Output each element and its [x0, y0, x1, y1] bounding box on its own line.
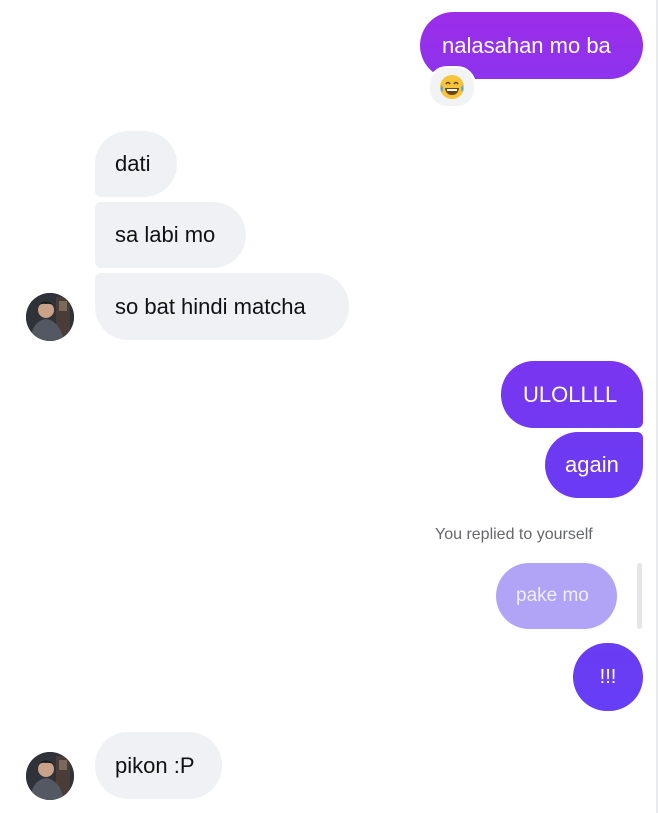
- person-photo-icon: [26, 293, 74, 341]
- message-bubble-incoming[interactable]: so bat hindi matcha: [95, 273, 349, 340]
- message-bubble-incoming[interactable]: sa labi mo: [95, 202, 246, 268]
- quoted-text: pake mo: [516, 585, 589, 606]
- message-text: so bat hindi matcha: [115, 293, 306, 319]
- message-text: dati: [115, 151, 151, 176]
- message-reaction[interactable]: [428, 66, 476, 108]
- quoted-message[interactable]: pake mo: [496, 563, 617, 629]
- reply-indicator-bar: [637, 563, 642, 629]
- message-bubble-outgoing[interactable]: again: [545, 432, 643, 498]
- person-photo-icon: [26, 752, 74, 800]
- message-bubble-incoming[interactable]: dati: [95, 131, 177, 197]
- reply-label: You replied to yourself: [435, 526, 593, 543]
- message-bubble-outgoing[interactable]: ULOLLLL: [501, 361, 643, 428]
- message-bubble-incoming[interactable]: pikon :P: [95, 732, 222, 799]
- message-text: ULOLLLL: [523, 381, 618, 407]
- message-text: !!!: [599, 666, 617, 688]
- message-text: nalasahan mo ba: [442, 32, 611, 58]
- contact-avatar[interactable]: [26, 293, 74, 341]
- message-text: sa labi mo: [115, 222, 216, 247]
- contact-avatar[interactable]: [26, 752, 74, 800]
- message-text: again: [565, 452, 619, 477]
- joy-tears-emoji-icon: [440, 75, 464, 99]
- message-bubble-outgoing[interactable]: !!!: [573, 643, 643, 711]
- message-text: pikon :P: [115, 752, 195, 778]
